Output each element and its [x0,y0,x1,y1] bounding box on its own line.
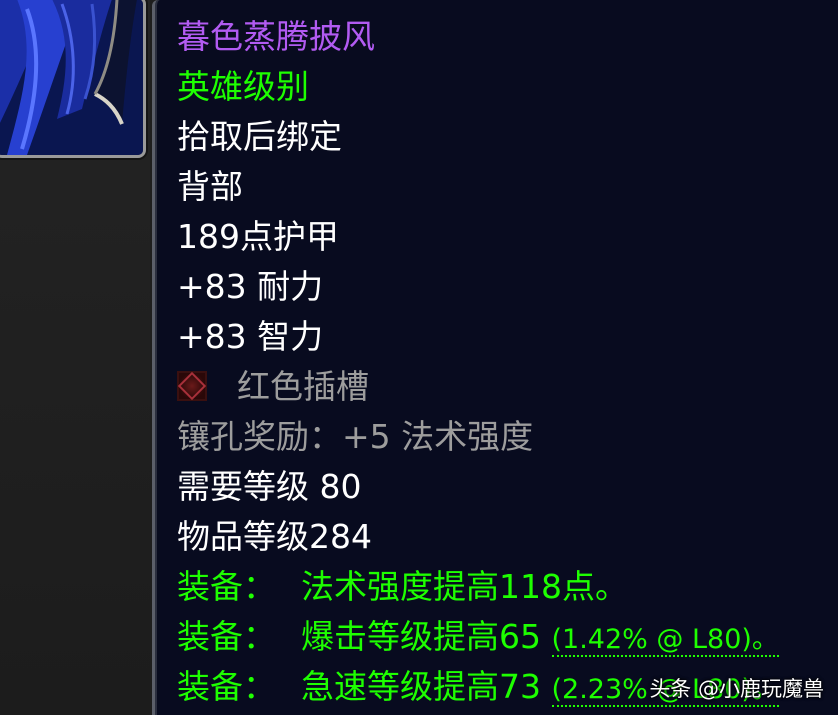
item-socket: 红色插槽 [177,364,369,410]
equip-spellpower-text: 法术强度提高118点。 [301,567,628,606]
equip-label: 装备： [177,617,276,656]
item-stat-stamina: +83 耐力 [177,267,324,306]
equip-haste-text: 急速等级提高73 [301,667,541,706]
item-socket-bonus: 镶孔奖励：+5 法术强度 [177,417,534,456]
socket-label: 红色插槽 [237,367,369,406]
equip-label: 装备： [177,667,276,706]
item-required-level: 需要等级 80 [177,467,362,506]
cloak-icon-graphic [0,0,143,155]
red-socket-icon [177,370,207,401]
item-armor: 189点护甲 [177,217,339,256]
item-equip-crit: 装备： 爆击等级提高65 (1.42% @ L80)。 [177,614,779,660]
item-slot: 背部 [177,167,243,206]
item-stat-intellect: +83 智力 [177,317,324,356]
equip-label: 装备： [177,567,276,606]
equip-crit-text: 爆击等级提高65 [301,617,541,656]
crit-rating-tooltip[interactable]: (1.42% @ L80)。 [551,625,779,657]
item-level: 物品等级284 [177,517,372,556]
cloak-icon[interactable] [0,0,146,158]
item-quality: 英雄级别 [177,67,309,106]
item-equip-spellpower: 装备： 法术强度提高118点。 [177,564,628,610]
watermark: 头条 @小鹿玩魔兽 [649,677,824,701]
item-name: 暮色蒸腾披风 [177,17,375,56]
item-tooltip: 暮色蒸腾披风 英雄级别 拾取后绑定 背部 189点护甲 +83 耐力 +83 智… [152,0,838,715]
item-binding: 拾取后绑定 [177,117,342,156]
